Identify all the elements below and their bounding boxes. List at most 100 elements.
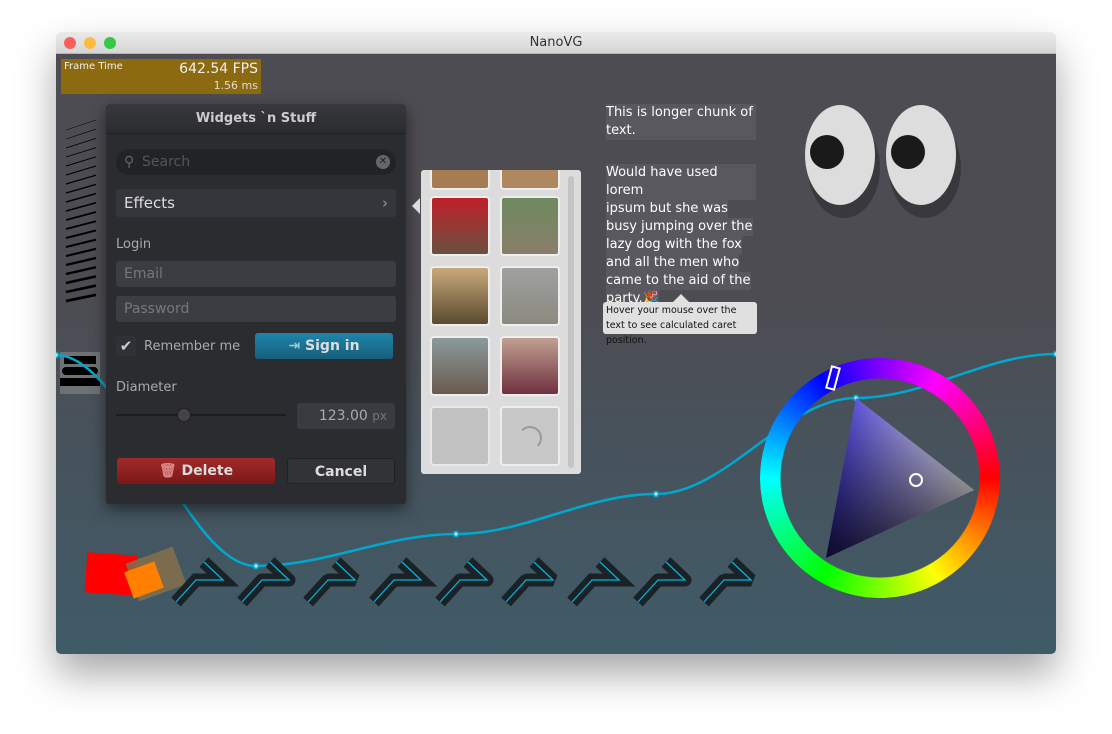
password-placeholder: Password <box>124 301 190 317</box>
hatch-line <box>65 138 97 149</box>
color-triangle[interactable] <box>760 358 1000 598</box>
remember-label[interactable]: Remember me <box>144 339 240 354</box>
graph-point-center <box>254 564 258 568</box>
hatch-line <box>65 229 97 239</box>
rotated-squares <box>84 546 187 602</box>
email-field[interactable]: Email <box>116 261 396 287</box>
password-field[interactable]: Password <box>116 296 396 322</box>
graph-point-center <box>454 532 458 536</box>
chevron-shape <box>633 557 692 607</box>
chevron-shape <box>369 557 438 607</box>
hatch-line <box>65 192 97 203</box>
thumbnail[interactable] <box>500 170 560 190</box>
image-grid-popup <box>421 170 581 474</box>
effects-dropdown[interactable]: Effects › <box>116 189 396 217</box>
hue-marker <box>825 365 841 391</box>
window-title: NanoVG <box>529 35 583 50</box>
thumbnail-loading[interactable] <box>500 406 560 466</box>
sign-in-button[interactable]: ⇥ Sign in <box>255 333 393 359</box>
diameter-value: 123.00 <box>318 408 368 424</box>
widgets-panel: Widgets `n Stuff ⚲ Search ✕ Effects › Lo… <box>106 104 406 504</box>
text-line: ipsum but she was <box>606 200 728 218</box>
app-window: NanoVG /*placeholder*/ Frame Tim <box>56 32 1056 654</box>
diameter-slider-knob[interactable] <box>177 408 191 422</box>
hatch-line <box>65 128 97 140</box>
thumbnail[interactable] <box>500 196 560 256</box>
chevron-shape <box>699 557 756 607</box>
chevron-row <box>171 557 756 607</box>
tooltip: Hover your mouse over the text to see ca… <box>603 302 757 346</box>
diameter-input[interactable]: 123.00 px <box>297 403 395 429</box>
thumbnail[interactable] <box>500 266 560 326</box>
popup-arrow <box>412 198 420 214</box>
text-para-2: Would have used lorem ipsum but she was bu… <box>606 164 756 308</box>
text-para-1: This is longer chunk of text. <box>606 104 756 140</box>
email-placeholder: Email <box>124 266 163 282</box>
title-bar: NanoVG <box>56 32 1056 54</box>
hatch-line <box>65 174 97 185</box>
perf-label: Frame Time <box>64 61 123 72</box>
close-button[interactable] <box>64 37 76 49</box>
right-pupil <box>891 135 925 169</box>
chevron-shape <box>237 557 296 607</box>
search-input[interactable]: ⚲ Search ✕ <box>116 149 396 175</box>
thumbnail[interactable] <box>430 266 490 326</box>
ms-value: 1.56 ms <box>213 79 258 92</box>
thumbnail[interactable] <box>430 336 490 396</box>
clear-icon[interactable]: ✕ <box>376 155 390 169</box>
text-block: This is longer chunk of text. Would have… <box>606 104 756 308</box>
chevron-right-icon: › <box>382 194 388 212</box>
text-line: and all the men who <box>606 254 740 272</box>
hatch-line <box>65 119 97 131</box>
left-pupil <box>810 135 844 169</box>
diameter-label: Diameter <box>116 380 177 395</box>
effects-label: Effects <box>124 194 175 212</box>
fps-value: 642.54 FPS <box>179 61 258 77</box>
hatch-line <box>65 293 97 303</box>
hatch-line <box>65 202 97 212</box>
maximize-button[interactable] <box>104 37 116 49</box>
hatch-line <box>65 220 97 230</box>
panel-title: Widgets `n Stuff <box>106 104 406 134</box>
diameter-unit: px <box>372 409 387 423</box>
thumbnail-loading[interactable] <box>430 406 490 466</box>
hatch-line <box>65 183 97 194</box>
text-line: Would have used lorem <box>606 164 756 200</box>
hatch-line <box>65 266 97 276</box>
cancel-button[interactable]: Cancel <box>287 458 395 484</box>
hatch-line <box>65 256 97 267</box>
frame-time-graph: Frame Time 642.54 FPS 1.56 ms <box>61 59 261 94</box>
thumbnail[interactable] <box>430 170 490 190</box>
chevron-shape <box>501 557 558 607</box>
checkmark-icon: ✔ <box>119 337 133 355</box>
minimize-button[interactable] <box>84 37 96 49</box>
hatch-line <box>65 238 97 249</box>
eyes <box>805 105 961 218</box>
graph-point-center <box>654 492 658 496</box>
thumbnail[interactable] <box>430 196 490 256</box>
hatch-lines <box>65 119 97 303</box>
tooltip-arrow <box>673 294 689 302</box>
login-label: Login <box>116 237 152 252</box>
text-line: came to the aid of the <box>606 272 751 290</box>
search-placeholder: Search <box>142 154 191 170</box>
thumbnail[interactable] <box>500 336 560 396</box>
remember-checkbox[interactable]: ✔ <box>116 336 136 356</box>
hatch-line <box>65 275 97 285</box>
hatch-line <box>65 156 97 167</box>
spinner-icon <box>518 426 542 450</box>
scrollbar[interactable] <box>568 176 574 468</box>
delete-button[interactable]: 🗑 Delete <box>117 458 275 484</box>
sign-in-label: Sign in <box>305 338 360 354</box>
nanovg-canvas: /*placeholder*/ Frame Time 642.54 FPS 1.… <box>56 54 1056 654</box>
text-line: busy jumping over the <box>606 218 753 236</box>
hatch-line <box>65 284 97 294</box>
hatch-line <box>65 211 97 221</box>
chevron-shape <box>435 557 494 607</box>
diameter-slider-track[interactable] <box>116 414 286 416</box>
trash-icon: 🗑 <box>158 463 182 479</box>
hatch-line <box>65 165 97 176</box>
hatch-line <box>65 147 97 158</box>
delete-label: Delete <box>181 463 234 479</box>
hatch-line <box>65 247 97 258</box>
